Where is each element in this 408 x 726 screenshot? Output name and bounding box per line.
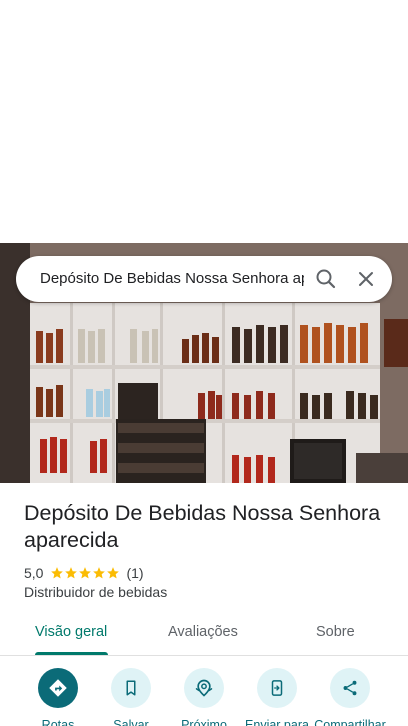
tab-about[interactable]: Sobre xyxy=(316,624,355,640)
share-button[interactable] xyxy=(330,668,370,708)
rating-row[interactable]: 5,0 (1) xyxy=(24,564,144,582)
bookmark-icon xyxy=(126,680,136,696)
nearby-label[interactable]: Próximo xyxy=(164,718,244,726)
save-button[interactable] xyxy=(111,668,151,708)
star-icon xyxy=(107,567,120,579)
nearby-button[interactable] xyxy=(184,668,224,708)
nearby-icon xyxy=(195,679,213,697)
star-icon xyxy=(79,567,92,579)
search-icon[interactable] xyxy=(312,265,340,293)
send-to-phone-icon xyxy=(271,680,283,696)
star-icon xyxy=(65,567,78,579)
send-to-phone-label[interactable]: Enviar para xyxy=(237,718,317,726)
search-input[interactable]: Depósito De Bebidas Nossa Senhora aparec… xyxy=(40,269,304,289)
directions-label[interactable]: Rotas xyxy=(18,718,98,726)
search-bar[interactable]: Depósito De Bebidas Nossa Senhora aparec… xyxy=(16,256,392,302)
share-label[interactable]: Compartilhar xyxy=(310,718,390,726)
tab-reviews[interactable]: Avaliações xyxy=(168,624,238,640)
close-icon[interactable] xyxy=(352,265,380,293)
star-icon xyxy=(51,567,64,579)
rating-value: 5,0 xyxy=(24,565,44,581)
directions-button[interactable] xyxy=(38,668,78,708)
review-count[interactable]: (1) xyxy=(126,565,143,581)
place-tabs: Visão geral Avaliações Sobre xyxy=(0,612,408,656)
send-to-phone-button[interactable] xyxy=(257,668,297,708)
share-icon xyxy=(343,680,357,696)
directions-icon xyxy=(49,679,67,697)
tab-overview[interactable]: Visão geral xyxy=(35,624,107,640)
place-category: Distribuidor de bebidas xyxy=(24,584,168,600)
active-tab-indicator xyxy=(35,652,108,655)
blank-area xyxy=(0,0,408,243)
action-bar: Rotas Salvar Próximo Enviar para Compart… xyxy=(0,668,408,726)
place-title: Depósito De Bebidas Nossa Senhora aparec… xyxy=(24,501,381,552)
star-icon xyxy=(93,567,106,579)
star-rating xyxy=(50,566,120,580)
save-label[interactable]: Salvar xyxy=(91,718,171,726)
